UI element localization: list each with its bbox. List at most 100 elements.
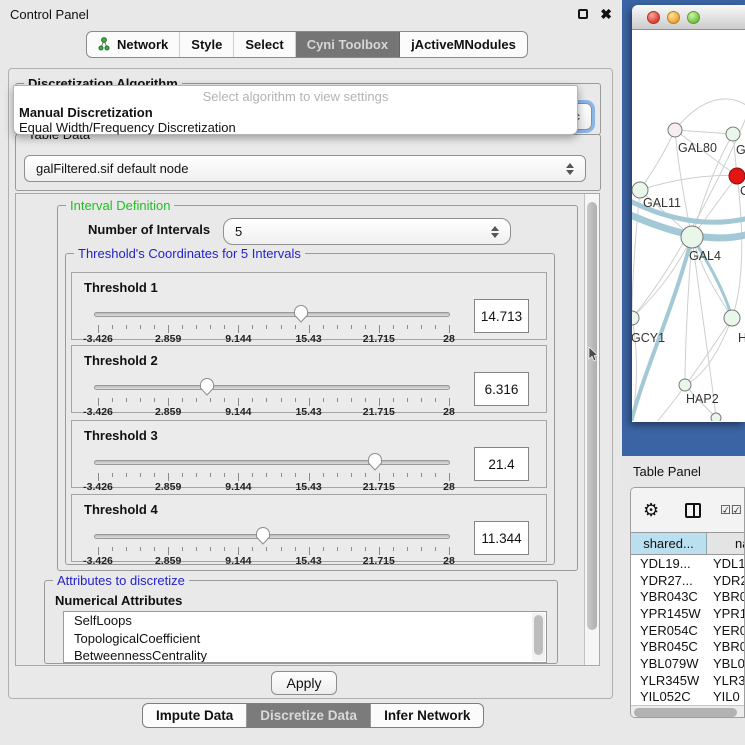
algorithm-option[interactable]: Manual Discretization xyxy=(14,105,577,120)
table-row[interactable]: YLR345WYLR3 xyxy=(631,672,744,689)
network-node[interactable] xyxy=(711,413,721,421)
tick-mark xyxy=(238,473,239,481)
tick-label: 2.859 xyxy=(155,406,181,418)
network-node[interactable] xyxy=(681,226,703,248)
node-label: HAP2 xyxy=(686,392,719,406)
apply-button[interactable]: Apply xyxy=(271,671,337,695)
tab-jactivemnodules[interactable]: jActiveMNodules xyxy=(400,32,527,57)
network-node[interactable] xyxy=(726,127,740,141)
tick-mark xyxy=(337,325,338,329)
minimize-window-icon[interactable] xyxy=(667,11,680,24)
column-header-shared-name[interactable]: shared... xyxy=(631,533,707,554)
threshold-slider[interactable] xyxy=(94,451,450,473)
network-node[interactable] xyxy=(679,379,691,391)
float-panel-icon[interactable] xyxy=(578,9,588,19)
tab-select[interactable]: Select xyxy=(234,32,295,57)
cell-shared-name: YBL079W xyxy=(631,656,707,671)
table-hscroll-thumb[interactable] xyxy=(634,708,737,717)
table-row[interactable]: YBR045CYBR0 xyxy=(631,638,744,655)
table-row[interactable]: YPR145WYPR1 xyxy=(631,605,744,622)
table-body: YDL19...YDL1YDR27...YDR2YBR043CYBR0YPR14… xyxy=(631,555,744,705)
tab-cyni-toolbox[interactable]: Cyni Toolbox xyxy=(296,32,400,57)
network-node[interactable] xyxy=(668,123,682,137)
threshold-value-field[interactable]: 11.344 xyxy=(474,521,529,555)
tick-mark xyxy=(224,325,225,329)
slider-thumb-icon[interactable] xyxy=(293,304,309,324)
screen: Control Panel ✖ NetworkStyleSelect Cyni T… xyxy=(0,0,745,745)
network-node[interactable] xyxy=(632,311,639,325)
tick-label: 9.144 xyxy=(225,333,251,345)
cell-name: YIL0 xyxy=(707,689,744,704)
slider-thumb-icon[interactable] xyxy=(367,452,383,472)
combo-stepper-icon xyxy=(566,163,574,175)
cell-shared-name: YIL052C xyxy=(631,689,707,704)
number-of-intervals-spinner[interactable]: 5 xyxy=(223,218,511,245)
table-row[interactable]: YBL079WYBL0 xyxy=(631,655,744,672)
threshold-value-field[interactable]: 21.4 xyxy=(474,447,529,481)
numerical-attributes-list: SelfLoopsTopologicalCoefficientBetweenne… xyxy=(63,611,547,663)
algorithm-option[interactable]: Equal Width/Frequency Discretization xyxy=(14,120,577,135)
threshold-slider[interactable] xyxy=(94,303,450,325)
network-node[interactable] xyxy=(724,310,740,326)
network-canvas[interactable]: GAL80GALCGAL11GAL4GCY1HHAP2 xyxy=(632,30,745,421)
tick-label: 21.715 xyxy=(363,481,395,493)
select-columns-icon[interactable]: ☑☑ xyxy=(720,503,742,517)
table-row[interactable]: YBR043CYBR0 xyxy=(631,588,744,605)
node-label: C xyxy=(740,184,745,198)
tab-label: Cyni Toolbox xyxy=(307,37,388,52)
tab-impute-data[interactable]: Impute Data xyxy=(143,704,247,727)
tick-mark xyxy=(295,398,296,402)
table-row[interactable]: YDR27...YDR2 xyxy=(631,572,744,589)
split-view-icon[interactable] xyxy=(685,503,701,518)
tab-discretize-data[interactable]: Discretize Data xyxy=(247,704,371,727)
tick-mark xyxy=(196,398,197,402)
tick-mark xyxy=(295,473,296,477)
control-panel-titlebar: Control Panel ✖ xyxy=(0,0,622,28)
gear-icon[interactable]: ⚙ xyxy=(643,501,659,519)
attributes-list-scrollbar[interactable] xyxy=(532,613,545,661)
close-window-icon[interactable] xyxy=(647,11,660,24)
tick-label: -3.426 xyxy=(83,333,113,345)
column-header-name[interactable]: na xyxy=(707,533,744,554)
network-window-titlebar[interactable] xyxy=(632,5,745,30)
tick-label: 2.859 xyxy=(155,333,181,345)
threshold-slider[interactable] xyxy=(94,376,450,398)
slider-tick-labels: -3.4262.8599.14415.4321.71528 xyxy=(98,481,449,493)
close-icon[interactable]: ✖ xyxy=(600,9,612,19)
table-row[interactable]: YDL19...YDL1 xyxy=(631,555,744,572)
settings-scrollbar-thumb[interactable] xyxy=(587,202,597,630)
tick-mark xyxy=(266,325,267,329)
tick-mark xyxy=(323,473,324,477)
slider-thumb-icon[interactable] xyxy=(255,526,271,546)
settings-scrollbar[interactable] xyxy=(584,194,599,665)
tab-network[interactable]: Network xyxy=(87,32,180,57)
tab-infer-network[interactable]: Infer Network xyxy=(371,704,483,727)
tick-mark xyxy=(435,325,436,329)
table-data-combo[interactable]: galFiltered.sif default node xyxy=(24,155,586,182)
slider-thumb-icon[interactable] xyxy=(199,377,215,397)
tick-mark xyxy=(210,473,211,477)
attribute-list-item[interactable]: BetweennessCentrality xyxy=(64,647,546,663)
tick-mark xyxy=(449,547,450,555)
zoom-window-icon[interactable] xyxy=(687,11,700,24)
tick-label: 2.859 xyxy=(155,555,181,567)
network-edge xyxy=(675,130,733,134)
table-horizontal-scrollbar[interactable] xyxy=(631,705,744,718)
tick-mark xyxy=(266,398,267,402)
attribute-list-item[interactable]: TopologicalCoefficient xyxy=(64,630,546,648)
threshold-slider[interactable] xyxy=(94,525,450,547)
tick-mark xyxy=(182,325,183,329)
threshold-value-field[interactable]: 14.713 xyxy=(474,299,529,333)
tab-style[interactable]: Style xyxy=(180,32,234,57)
network-node[interactable] xyxy=(729,168,745,184)
tick-mark xyxy=(98,325,99,333)
cell-shared-name: YER054C xyxy=(631,623,707,638)
table-row[interactable]: YER054CYER0 xyxy=(631,622,744,639)
tick-mark xyxy=(182,473,183,477)
tick-mark xyxy=(365,325,366,329)
attribute-list-item[interactable]: SelfLoops xyxy=(64,612,546,630)
table-row[interactable]: YIL052CYIL0 xyxy=(631,689,744,706)
tick-mark xyxy=(182,547,183,551)
table-data-selected: galFiltered.sif default node xyxy=(36,161,188,176)
threshold-value-field[interactable]: 6.316 xyxy=(474,372,529,406)
